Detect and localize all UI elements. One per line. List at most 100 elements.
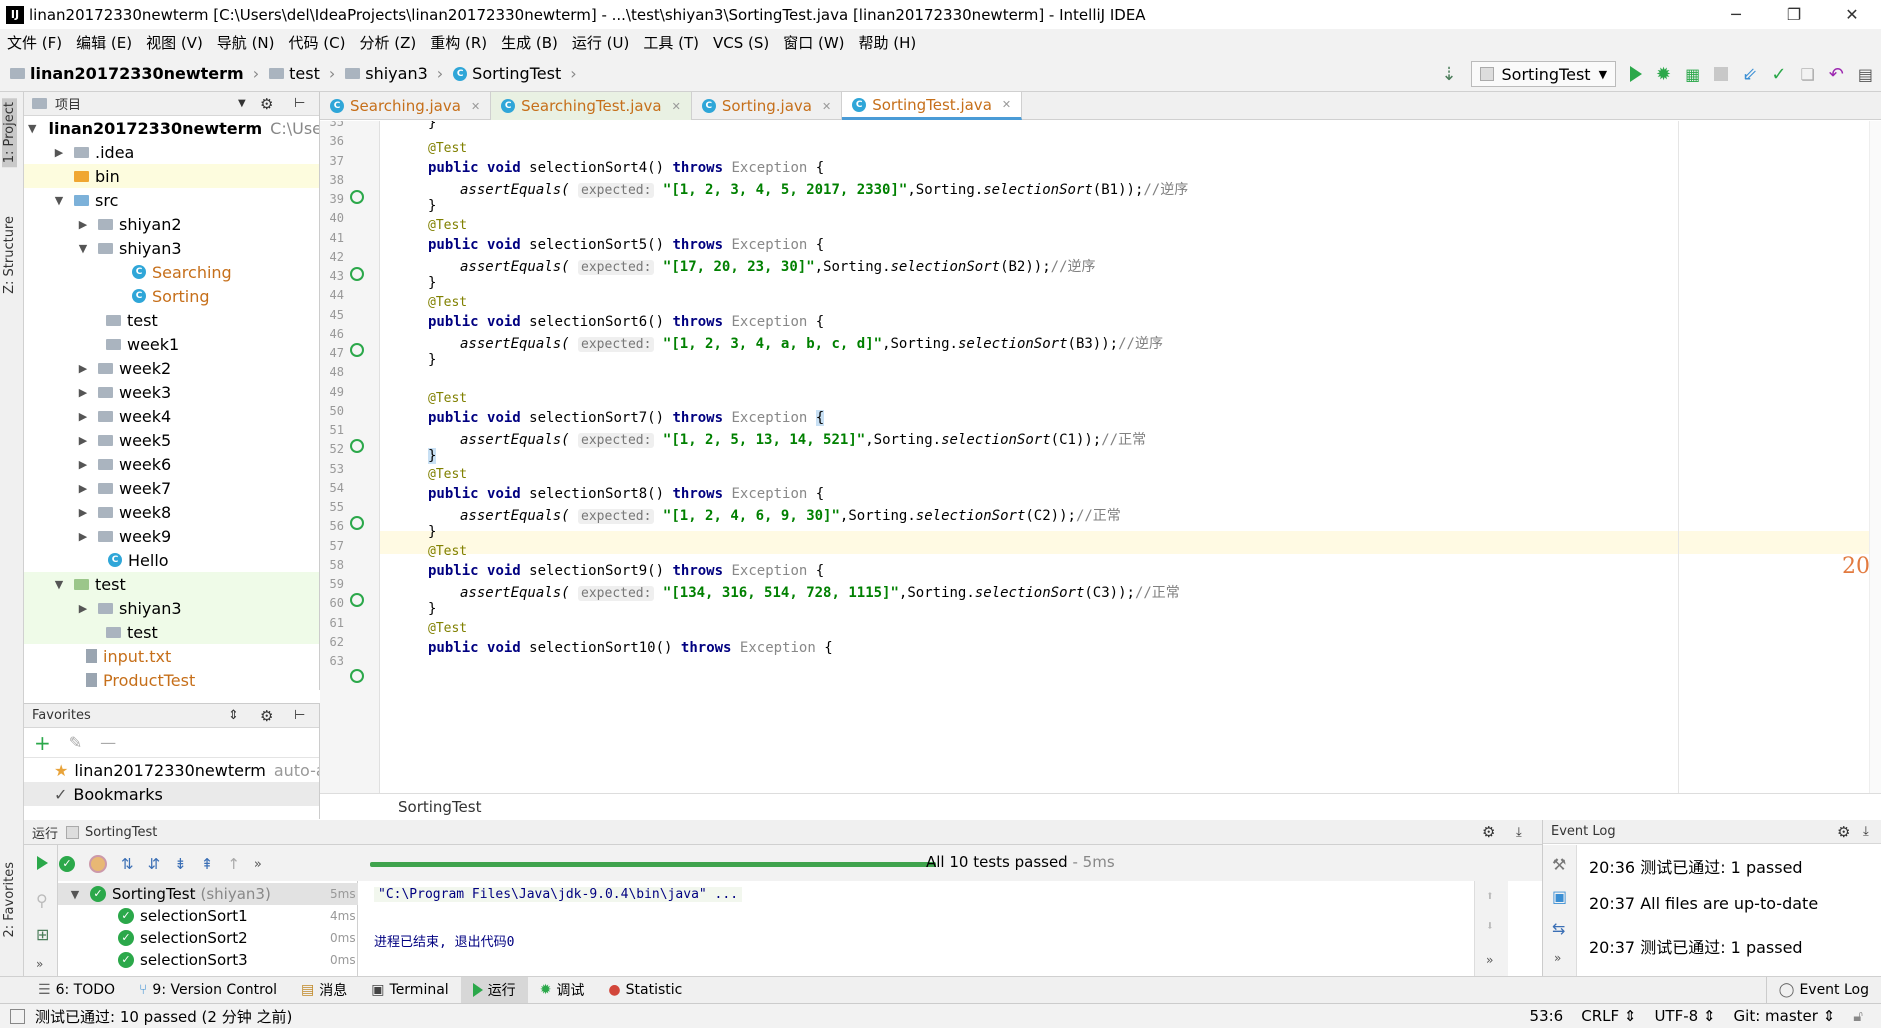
tree-item[interactable]: ▼ test: [24, 572, 319, 596]
tree-item[interactable]: ▶ shiyan2: [24, 212, 319, 236]
breadcrumb-file[interactable]: C SortingTest ›: [448, 64, 581, 83]
vcs-commit-icon[interactable]: ✓: [1771, 64, 1786, 85]
tab-todo[interactable]: ☰ 6: TODO: [26, 977, 127, 1004]
sort-alpha-icon[interactable]: ⇅: [121, 855, 134, 873]
run-test-icon[interactable]: [350, 439, 364, 453]
scroll-up-icon[interactable]: ⬆: [1486, 889, 1494, 904]
menu-navigate[interactable]: 导航 (N): [210, 32, 282, 53]
close-tab-icon[interactable]: ✕: [672, 100, 681, 113]
run-test-icon[interactable]: [350, 669, 364, 683]
breadcrumb-shiyan3[interactable]: shiyan3 ›: [340, 64, 448, 83]
menu-file[interactable]: 文件 (F): [0, 32, 69, 53]
tree-item[interactable]: ▶ week6: [24, 452, 319, 476]
restore-icon[interactable]: ❐: [1765, 0, 1823, 29]
collapse-icon[interactable]: ⇕: [228, 708, 239, 723]
tree-item[interactable]: ▶ week4: [24, 404, 319, 428]
menu-build[interactable]: 生成 (B): [494, 32, 565, 53]
build-icon[interactable]: ⇣: [1441, 64, 1456, 85]
tree-item[interactable]: C Hello: [24, 548, 319, 572]
previous-failed-icon[interactable]: ↑: [227, 855, 240, 873]
test-case-row[interactable]: ✓ selectionSort2 0ms: [58, 927, 358, 949]
sort-duration-icon[interactable]: ⇵: [148, 855, 161, 873]
run-icon[interactable]: [37, 856, 48, 870]
minimize-icon[interactable]: ─: [1707, 0, 1765, 29]
tab-statistic[interactable]: ● Statistic: [596, 977, 694, 1004]
project-structure-icon[interactable]: ▤: [1858, 65, 1873, 84]
show-passed-icon[interactable]: ✓: [59, 856, 75, 872]
tree-item[interactable]: ▶ shiyan3: [24, 596, 319, 620]
hide-panel-icon[interactable]: ⤓: [1516, 825, 1522, 840]
tab-terminal[interactable]: ▣ Terminal: [359, 977, 460, 1004]
menu-window[interactable]: 窗口 (W): [776, 32, 851, 53]
tab-sortingtest-java[interactable]: C SortingTest.java ✕: [842, 92, 1023, 120]
test-case-row[interactable]: ✓ selectionSort3 0ms: [58, 949, 358, 971]
git-branch[interactable]: Git: master ⇕: [1734, 1007, 1836, 1025]
remove-icon[interactable]: —: [100, 733, 116, 752]
code-editor[interactable]: 35 36 37 38 39 40 41 42 43 44 45 46 47 48 49 50 51 52 53 54…: [320, 121, 1881, 793]
favorites-tool-tab[interactable]: 2: Favorites: [2, 862, 17, 938]
soft-wrap-icon[interactable]: ⇆: [1552, 919, 1565, 938]
status-message[interactable]: 测试已通过: 10 passed (2 分钟 之前): [35, 1006, 292, 1027]
scroll-down-icon[interactable]: ⬇: [1486, 919, 1494, 934]
lock-icon[interactable]: 🔓︎: [1853, 1007, 1863, 1025]
revert-icon[interactable]: ↶: [1829, 64, 1844, 85]
tree-item[interactable]: ▶ week3: [24, 380, 319, 404]
test-suite-row[interactable]: ▼ ✓ SortingTest (shiyan3) 5ms: [58, 883, 358, 905]
close-tab-icon[interactable]: ✕: [1002, 98, 1011, 111]
menu-vcs[interactable]: VCS (S): [706, 34, 776, 52]
tree-item[interactable]: test: [24, 308, 319, 332]
show-ignored-icon[interactable]: [89, 855, 107, 873]
line-separator[interactable]: CRLF ⇕: [1581, 1007, 1636, 1025]
menu-help[interactable]: 帮助 (H): [852, 32, 924, 53]
tab-sorting-java[interactable]: C Sorting.java ✕: [692, 92, 843, 120]
file-encoding[interactable]: UTF-8 ⇕: [1654, 1007, 1715, 1025]
gear-icon[interactable]: ⚙: [260, 95, 273, 113]
tab-searching-java[interactable]: C Searching.java ✕: [320, 92, 492, 120]
coverage-icon[interactable]: ▦: [1685, 65, 1700, 84]
tree-item[interactable]: week1: [24, 332, 319, 356]
editor-breadcrumb-label[interactable]: SortingTest: [398, 798, 481, 816]
tab-event-log[interactable]: ◯ Event Log: [1765, 976, 1881, 1004]
pin-icon[interactable]: ⚲: [36, 891, 48, 910]
close-tab-icon[interactable]: ✕: [822, 100, 831, 113]
favorites-item[interactable]: ★linan20172330newtermauto-add: [24, 758, 319, 782]
close-icon[interactable]: ✕: [1823, 0, 1881, 29]
tree-item[interactable]: C Searching: [24, 260, 319, 284]
tree-item[interactable]: ▼ src: [24, 188, 319, 212]
tab-messages[interactable]: ▤ 消息: [289, 977, 359, 1004]
tree-item[interactable]: ▶ .idea: [24, 140, 319, 164]
menu-tools[interactable]: 工具 (T): [636, 32, 706, 53]
console-output[interactable]: "C:\Program Files\Java\jdk-9.0.4\bin\jav…: [358, 881, 1508, 976]
gear-icon[interactable]: ⚙: [1837, 823, 1850, 841]
more-icon[interactable]: »: [1486, 953, 1493, 967]
caret-position[interactable]: 53:6: [1530, 1007, 1564, 1025]
tree-item[interactable]: ▼ shiyan3: [24, 236, 319, 260]
tab-version-control[interactable]: ⑂ 9: Version Control: [127, 977, 289, 1004]
menu-code[interactable]: 代码 (C): [282, 32, 353, 53]
breadcrumb-test[interactable]: test ›: [264, 64, 340, 83]
more-icon[interactable]: »: [1554, 951, 1561, 965]
run-icon[interactable]: [1630, 66, 1643, 82]
settings-wrench-icon[interactable]: ⚒: [1552, 855, 1566, 874]
gear-icon[interactable]: ⚙: [260, 707, 273, 725]
tab-run[interactable]: 运行: [460, 976, 528, 1004]
tree-item[interactable]: ▶ week9: [24, 524, 319, 548]
menu-refactor[interactable]: 重构 (R): [423, 32, 494, 53]
message-icon[interactable]: ▣: [1552, 887, 1567, 906]
run-test-icon[interactable]: [350, 267, 364, 281]
project-tool-tab[interactable]: 1: Project: [2, 98, 17, 168]
tab-searchingtest-java[interactable]: C SearchingTest.java ✕: [491, 92, 692, 120]
tree-item[interactable]: C Sorting: [24, 284, 319, 308]
more-icon[interactable]: »: [36, 957, 43, 971]
project-panel-title[interactable]: 项目: [55, 94, 81, 113]
expand-all-icon[interactable]: ⇟: [174, 855, 187, 873]
tree-item[interactable]: ▶ week5: [24, 428, 319, 452]
run-panel-config[interactable]: SortingTest: [85, 825, 157, 840]
tree-item[interactable]: ProductTest: [24, 668, 319, 692]
run-test-icon[interactable]: [350, 343, 364, 357]
close-tab-icon[interactable]: ✕: [471, 100, 480, 113]
tree-item[interactable]: ▶ week2: [24, 356, 319, 380]
run-test-icon[interactable]: [350, 593, 364, 607]
stop-icon[interactable]: [1714, 67, 1729, 81]
menu-analyze[interactable]: 分析 (Z): [352, 32, 423, 53]
